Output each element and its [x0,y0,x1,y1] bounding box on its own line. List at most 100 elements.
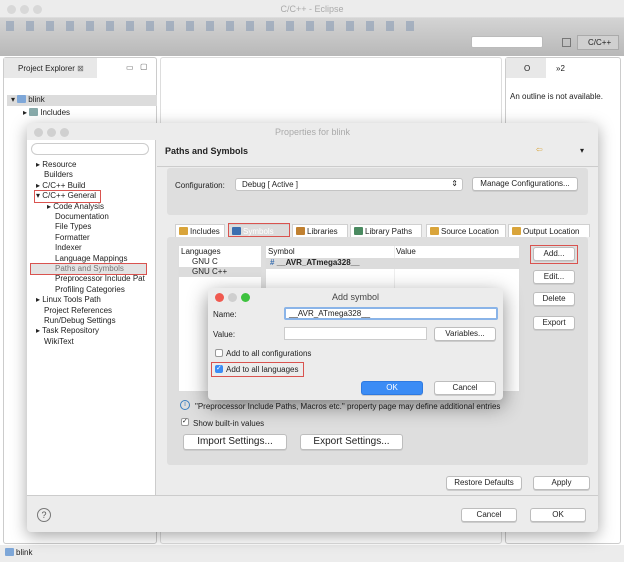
tree-item-label: Linux Tools Path [42,295,101,305]
back-icon[interactable]: ⇦ [536,145,543,154]
tab-label: Includes [190,227,220,236]
config-value: Debug [ Active ] [242,180,299,189]
edit-button[interactable]: Edit... [533,270,575,284]
symbol-name: __AVR_ATmega328__ [276,258,360,267]
tree-item[interactable]: Project References [36,306,112,315]
cancel-button[interactable]: Cancel [434,381,496,395]
tree-item[interactable]: File Types [47,222,91,231]
value-label: Value: [213,330,236,339]
restore-defaults-button[interactable]: Restore Defaults [446,476,522,490]
name-value: __AVR_ATmega328__ [289,309,371,318]
language-gnu-c[interactable]: GNU C [179,257,261,267]
name-input[interactable]: __AVR_ATmega328__ [284,307,498,320]
export-button[interactable]: Export [533,316,575,330]
tab-icon [354,227,363,235]
import-settings-button[interactable]: Import Settings... [183,434,287,450]
import-label: Import Settings... [197,436,273,447]
tab-icon [512,227,521,235]
tree-item-label: Task Repository [42,326,100,336]
project-name: blink [28,95,45,104]
quick-access-input[interactable] [471,36,543,48]
tab-outline[interactable]: O [506,58,546,78]
separator [27,495,598,496]
all-configurations-label: Add to all configurations [226,349,312,358]
help-icon[interactable]: ? [37,508,51,522]
tree-item[interactable]: ▸ Resource [36,160,77,169]
tree-item-label: Language Mappings [55,253,128,263]
delete-button[interactable]: Delete [533,292,575,306]
page-title: Paths and Symbols [165,146,249,156]
tree-item[interactable]: Formatter [47,233,90,242]
tab-output-location[interactable]: Output Location [508,224,590,237]
dialog-title: Properties for blink [274,127,351,137]
tab-label: Source Location [441,227,499,236]
tree-item[interactable]: ▸ Task Repository [36,326,99,335]
export-label: Export Settings... [313,436,390,447]
close-icon[interactable]: ⊠ [77,64,84,73]
add-symbol-dialog: Add symbol Name: __AVR_ATmega328__ Value… [208,288,503,400]
variables-button[interactable]: Variables... [434,327,496,341]
tab-library-paths[interactable]: Library Paths [350,224,422,237]
tree-item[interactable]: Profiling Categories [47,285,125,294]
perspective-cpp[interactable]: C/C++ [577,35,619,50]
tree-item-label: Builders [44,170,73,180]
tab-label: Output Location [523,227,580,236]
hash-icon: # [270,258,275,267]
tree-item-label: Preprocessor Include Pat [55,274,145,284]
tree-item[interactable]: ▸ C/C++ Build [36,181,85,190]
tree-row-blink[interactable]: ▾ blink [7,95,157,106]
tab-icon [296,227,305,235]
tree-item[interactable]: Indexer [47,243,82,252]
config-select[interactable]: Debug [ Active ] ⇕ [235,178,463,191]
tab-libraries[interactable]: Libraries [292,224,348,237]
tree-item-label: Documentation [55,212,109,221]
filter-input[interactable] [31,143,149,155]
tab-source-location[interactable]: Source Location [426,224,506,237]
tree-item[interactable]: Documentation [47,212,109,221]
tab-label: Libraries [307,227,338,236]
tab-icon [430,227,439,235]
minimize-icon[interactable]: ▭ [126,63,134,72]
apply-button[interactable]: Apply [533,476,590,490]
show-builtin-checkbox[interactable]: ✓ [181,418,189,426]
maximize-icon[interactable]: ▢ [140,62,148,71]
tab-icon [179,227,188,235]
value-header: Value [396,247,416,256]
tab-includes[interactable]: Includes [175,224,225,237]
config-label: Configuration: [175,181,225,190]
status-bar: blink [0,545,624,562]
manage-configurations-button[interactable]: Manage Configurations... [472,177,578,191]
tree-row-includes[interactable]: ▸ Includes [23,108,70,117]
folder-icon [17,95,27,103]
tree-item[interactable]: Run/Debug Settings [36,316,116,325]
symbol-row[interactable]: # __AVR_ATmega328__ [266,258,519,269]
open-perspective-icon[interactable] [562,38,571,47]
main-toolbar: C/C++ [0,18,624,56]
ok-button[interactable]: OK [530,508,586,522]
export-settings-button[interactable]: Export Settings... [300,434,403,450]
toolbar-icons[interactable] [6,21,426,31]
updown-icon: ⇕ [451,179,458,188]
all-configurations-checkbox[interactable] [215,349,223,357]
tab-project-explorer[interactable]: Project Explorer ⊠ [4,58,97,78]
tree-item[interactable]: Language Mappings [47,254,128,263]
languages-header: Languages [181,247,221,256]
tab-overflow[interactable]: »2 [556,64,565,73]
info-icon: i [180,400,190,410]
value-input[interactable] [284,327,427,340]
language-gnu-cpp[interactable]: GNU C++ [179,267,261,277]
tree-item-label: Project References [44,305,113,315]
menu-icon[interactable]: ▾ [580,146,584,155]
folder-icon [5,548,14,556]
tree-item[interactable]: WikiText [36,337,74,346]
tree-item[interactable]: Builders [36,170,73,179]
highlight-paths-symbols [30,263,147,275]
tree-item[interactable]: ▸ Linux Tools Path [36,295,101,304]
cancel-button[interactable]: Cancel [461,508,517,522]
tree-item[interactable]: Preprocessor Include Pat [47,274,145,283]
includes-label: Includes [40,108,71,117]
show-builtin-label: Show built-in values [193,419,265,428]
highlight-symbols-tab [228,223,290,237]
ok-button[interactable]: OK [361,381,423,395]
tree-item-label: C/C++ Build [42,180,86,190]
